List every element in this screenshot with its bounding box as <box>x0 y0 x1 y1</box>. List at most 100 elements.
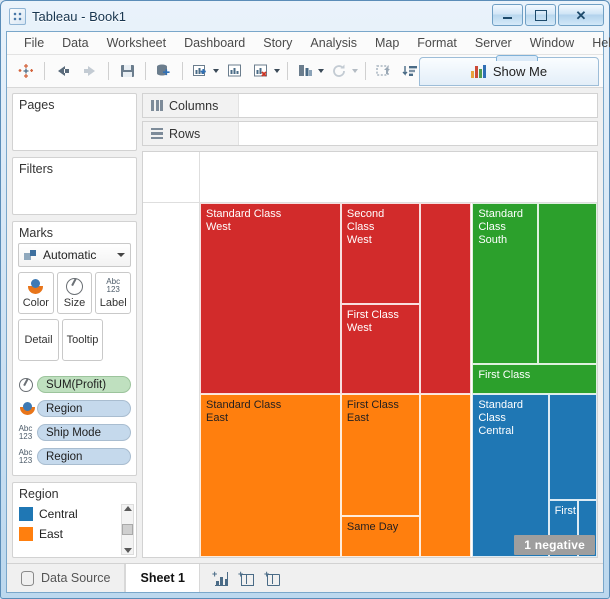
mark-type-dropdown[interactable]: Automatic <box>18 243 131 267</box>
color-icon <box>27 278 44 295</box>
client-area: File Data Worksheet Dashboard Story Anal… <box>6 31 610 593</box>
new-worksheet-icon[interactable] <box>188 58 214 84</box>
menu-window[interactable]: Window <box>521 33 583 53</box>
menu-bar: File Data Worksheet Dashboard Story Anal… <box>7 32 610 55</box>
new-worksheet-icon[interactable]: + <box>212 569 228 586</box>
treemap-tile[interactable]: Standard Class East <box>200 394 341 557</box>
detail-button[interactable]: Detail <box>18 319 59 361</box>
treemap[interactable]: Standard Class West Second Class West First … <box>200 203 597 557</box>
filters-card[interactable]: Filters <box>12 157 137 215</box>
viz-corner <box>143 152 200 202</box>
data-source-label: Data Source <box>41 571 111 585</box>
scroll-thumb[interactable] <box>122 524 133 535</box>
marks-title: Marks <box>19 226 54 240</box>
new-worksheet-dropdown-icon[interactable] <box>213 69 219 73</box>
color-button[interactable]: Color <box>18 272 54 314</box>
new-data-source-icon[interactable] <box>151 58 177 84</box>
tooltip-button[interactable]: Tooltip <box>62 319 103 361</box>
filters-title: Filters <box>19 162 54 176</box>
show-me-button[interactable]: Show Me <box>419 55 599 86</box>
undo-icon[interactable] <box>50 58 76 84</box>
legend-scrollbar[interactable] <box>121 504 134 555</box>
menu-story[interactable]: Story <box>254 33 301 53</box>
columns-shelf[interactable]: Columns <box>142 93 598 118</box>
treemap-tile-label-line: First Class <box>346 399 399 412</box>
marks-card: Marks Automatic Color Size Abc 123 Label… <box>12 221 137 476</box>
status-bar: Data Source Sheet 1 + + + <box>7 563 603 592</box>
legend-item-central[interactable]: Central <box>19 504 130 524</box>
treemap-tile[interactable]: First Class <box>472 364 597 395</box>
null-indicator-badge[interactable]: 1 negative <box>514 535 595 555</box>
menu-server[interactable]: Server <box>466 33 521 53</box>
treemap-tile[interactable] <box>420 394 471 557</box>
label-button[interactable]: Abc 123 Label <box>95 272 132 314</box>
toolbar-separator-3 <box>145 62 146 80</box>
menu-worksheet[interactable]: Worksheet <box>98 33 176 53</box>
status-bar-actions: + + + <box>200 564 292 592</box>
scroll-down-icon[interactable] <box>123 548 132 553</box>
marks-pill-profit[interactable]: SUM(Profit) <box>18 375 131 394</box>
duplicate-sheet-icon[interactable] <box>222 58 248 84</box>
viz-canvas[interactable]: Standard Class West Second Class West First … <box>142 151 598 558</box>
treemap-tile[interactable] <box>548 394 597 501</box>
show-me-tab-indicator <box>496 55 538 61</box>
size-button[interactable]: Size <box>56 272 93 314</box>
clear-sheet-icon[interactable] <box>249 58 275 84</box>
pill-label: SUM(Profit) <box>37 376 131 393</box>
label-label: Label <box>99 296 127 309</box>
treemap-tile-label-line: South <box>478 234 508 246</box>
save-icon[interactable] <box>114 58 140 84</box>
treemap-tile[interactable]: Second Class West <box>340 203 421 304</box>
close-button[interactable]: ✕ <box>558 4 604 26</box>
maximize-button[interactable] <box>525 4 556 26</box>
treemap-tile[interactable]: Same Day <box>340 516 421 557</box>
legend-item-east[interactable]: East <box>19 524 130 544</box>
toolbar-separator-4 <box>182 62 183 80</box>
rows-shelf[interactable]: Rows <box>142 121 598 146</box>
swap-rows-columns-icon[interactable] <box>293 58 319 84</box>
color-icon <box>18 402 35 415</box>
size-label: Size <box>63 296 86 309</box>
treemap-tile[interactable] <box>420 203 471 395</box>
menu-dashboard[interactable]: Dashboard <box>175 33 254 53</box>
treemap-tile[interactable] <box>537 203 597 365</box>
treemap-tile-label-line: West <box>346 234 372 246</box>
menu-file[interactable]: File <box>15 33 53 53</box>
clear-sheet-dropdown-icon[interactable] <box>274 69 280 73</box>
detail-label: Detail <box>24 334 53 346</box>
menu-map[interactable]: Map <box>366 33 408 53</box>
new-dashboard-icon[interactable]: + <box>238 569 254 586</box>
menu-help[interactable]: Help <box>583 33 610 53</box>
marks-pill-ship-mode[interactable]: Abc 123 Ship Mode <box>18 423 131 442</box>
pages-card[interactable]: Pages <box>12 93 137 151</box>
minimize-button[interactable] <box>492 4 523 26</box>
close-icon: ✕ <box>575 7 587 23</box>
treemap-tile[interactable]: Standard Class West <box>200 203 341 395</box>
viz-column-header-area <box>143 152 597 203</box>
menu-data[interactable]: Data <box>53 33 97 53</box>
data-source-tab[interactable]: Data Source <box>7 564 126 592</box>
marks-pill-region-color[interactable]: Region <box>18 399 131 418</box>
tableau-home-icon[interactable] <box>13 58 39 84</box>
refresh-icon[interactable] <box>327 58 353 84</box>
treemap-tile-label-line: Standard Class <box>206 208 282 220</box>
redo-icon[interactable] <box>77 58 103 84</box>
tableau-logo-icon <box>9 7 26 25</box>
refresh-dropdown-icon[interactable] <box>352 69 358 73</box>
show-me-label: Show Me <box>492 64 548 79</box>
menu-format[interactable]: Format <box>408 33 466 53</box>
marks-pill-region-label[interactable]: Abc 123 Region <box>18 447 131 466</box>
new-story-icon[interactable]: + <box>264 569 280 586</box>
pill-label: Region <box>37 400 131 417</box>
sort-ascending-icon[interactable] <box>371 58 397 84</box>
swap-dropdown-icon[interactable] <box>318 69 324 73</box>
treemap-tile[interactable]: First Class West <box>340 303 421 395</box>
treemap-tile[interactable]: Standard Class Central <box>472 394 549 557</box>
treemap-tile[interactable]: Standard Class South <box>472 203 538 365</box>
window-controls: ✕ <box>492 4 604 26</box>
sheet-tab-sheet-1[interactable]: Sheet 1 <box>125 564 200 592</box>
menu-analysis[interactable]: Analysis <box>301 33 366 53</box>
pill-label: Region <box>37 448 131 465</box>
treemap-tile[interactable]: First Class East <box>340 394 421 517</box>
scroll-up-icon[interactable] <box>123 506 132 511</box>
